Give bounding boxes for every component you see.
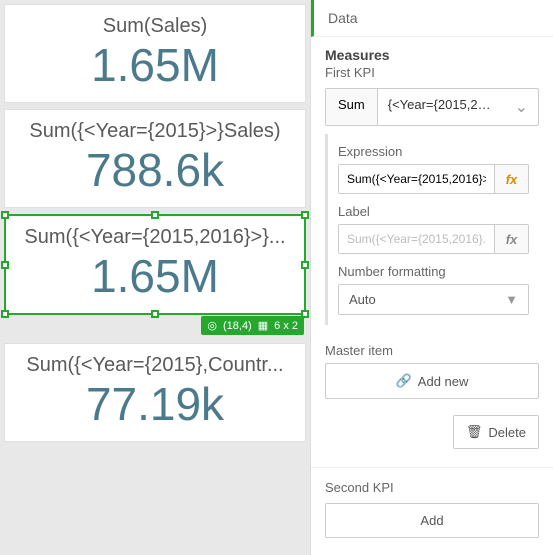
resize-handle[interactable] <box>1 211 9 219</box>
add-new-button[interactable]: 🔗 Add new <box>325 363 539 399</box>
label-input[interactable] <box>339 225 494 253</box>
chevron-down-icon[interactable]: ⌄ <box>505 89 538 125</box>
aggregation-selector[interactable]: Sum {<Year={2015,2016... ⌄ <box>325 88 539 126</box>
target-icon: ◎ <box>207 319 217 332</box>
label-input-wrap: fx <box>338 224 529 254</box>
resize-handle[interactable] <box>1 310 9 318</box>
first-kpi-label: First KPI <box>311 65 553 88</box>
number-formatting-label: Number formatting <box>338 264 529 279</box>
select-value: Auto <box>349 292 376 307</box>
master-item-label: Master item <box>325 343 539 358</box>
kpi-card[interactable]: Sum(Sales) 1.65M <box>4 4 306 103</box>
resize-handle[interactable] <box>151 310 159 318</box>
badge-coords: (18,4) <box>223 320 252 332</box>
delete-button[interactable]: 🗑 Delete <box>453 415 539 449</box>
resize-handle[interactable] <box>151 211 159 219</box>
position-badge: ◎ (18,4) ▦ 6 x 2 <box>201 316 304 335</box>
resize-handle[interactable] <box>301 211 309 219</box>
add-new-text: Add new <box>418 374 469 389</box>
kpi-label: Sum({<Year={2015}>}Sales) <box>13 120 297 143</box>
expression-label: Expression <box>338 144 529 159</box>
fx-button[interactable]: fx <box>494 165 528 193</box>
kpi-label: Sum({<Year={2015,2016}>}... <box>14 226 296 249</box>
fx-button[interactable]: fx <box>494 225 528 253</box>
kpi-label: Sum({<Year={2015},Countr... <box>13 354 297 377</box>
trash-icon: 🗑 <box>466 424 483 440</box>
expression-input[interactable] <box>339 165 494 193</box>
properties-panel: Data Measures First KPI Sum {<Year={2015… <box>310 0 553 555</box>
measures-heading: Measures <box>311 37 553 65</box>
expression-input-wrap: fx <box>338 164 529 194</box>
aggregation-type[interactable]: Sum <box>326 89 378 125</box>
kpi-card-selected[interactable]: Sum({<Year={2015,2016}>}... 1.65M ◎ (18,… <box>4 214 306 315</box>
kpi-value: 1.65M <box>14 249 296 303</box>
number-formatting-select[interactable]: Auto ▼ <box>338 284 529 315</box>
measure-details: Expression fx Label fx Number formatting… <box>325 134 539 325</box>
aggregation-field[interactable]: {<Year={2015,2016... <box>378 89 505 125</box>
label-label: Label <box>338 204 529 219</box>
resize-handle[interactable] <box>1 261 9 269</box>
second-kpi-label: Second KPI <box>325 480 539 495</box>
add-button[interactable]: Add <box>325 503 539 538</box>
canvas-area: Sum(Sales) 1.65M Sum({<Year={2015}>}Sale… <box>0 0 310 555</box>
kpi-value: 77.19k <box>13 377 297 431</box>
resize-handle[interactable] <box>301 261 309 269</box>
chevron-down-icon: ▼ <box>505 292 518 307</box>
badge-dims: 6 x 2 <box>274 320 298 332</box>
kpi-label: Sum(Sales) <box>13 15 297 38</box>
link-icon: 🔗 <box>396 373 412 389</box>
kpi-value: 788.6k <box>13 143 297 197</box>
kpi-card[interactable]: Sum({<Year={2015}>}Sales) 788.6k <box>4 109 306 208</box>
kpi-card[interactable]: Sum({<Year={2015},Countr... 77.19k <box>4 343 306 442</box>
delete-text: Delete <box>488 425 526 440</box>
kpi-value: 1.65M <box>13 38 297 92</box>
grid-icon: ▦ <box>258 319 268 332</box>
tab-data[interactable]: Data <box>311 0 553 37</box>
